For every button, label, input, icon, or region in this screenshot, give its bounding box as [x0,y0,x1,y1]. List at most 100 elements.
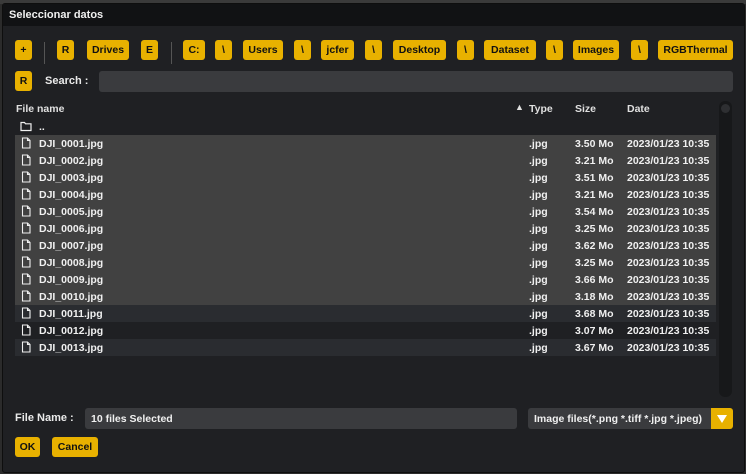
file-icon [21,307,31,319]
file-icon [21,256,31,268]
path-segment-c[interactable]: C: [183,40,205,60]
file-date-cell: 2023/01/23 10:35 [627,274,710,286]
file-type-cell: .jpg [529,291,548,303]
table-row[interactable]: DJI_0002.jpg .jpg 3.21 Mo 2023/01/23 10:35 [15,152,716,169]
file-name-cell: DJI_0002.jpg [39,155,104,167]
file-icon [21,341,31,353]
file-date-cell: 2023/01/23 10:35 [627,257,710,269]
sort-ascending-icon: ▲ [515,102,524,112]
table-row[interactable]: DJI_0007.jpg .jpg 3.62 Mo 2023/01/23 10:35 [15,237,716,254]
file-name-cell: DJI_0012.jpg [39,325,104,337]
drives-refresh-button[interactable]: R [57,40,74,60]
file-list-scrollbar[interactable] [719,101,732,397]
parent-directory-row[interactable]: .. [15,118,716,135]
file-name-cell: DJI_0009.jpg [39,274,104,286]
dialog-title: Seleccionar datos [9,9,104,21]
table-row[interactable]: DJI_0005.jpg .jpg 3.54 Mo 2023/01/23 10:35 [15,203,716,220]
ok-button[interactable]: OK [15,437,40,457]
edit-path-button[interactable]: + [15,40,32,60]
file-icon [21,137,31,149]
file-size-cell: 3.68 Mo [575,308,614,320]
search-input[interactable] [99,71,733,92]
file-icon [21,290,31,302]
column-header-size[interactable]: Size [575,103,596,115]
path-segment-dataset[interactable]: Dataset [484,40,536,60]
file-dialog: Seleccionar datos + R Drives E C: \ User… [2,3,745,473]
file-name-label: File Name : [15,412,74,424]
cancel-button[interactable]: Cancel [52,437,98,457]
parent-directory-label: .. [39,121,45,133]
file-icon [21,222,31,234]
column-header-date[interactable]: Date [627,103,650,115]
path-segment-rgbthermal[interactable]: RGBThermal [658,40,733,60]
path-separator-button[interactable]: \ [546,40,563,60]
file-size-cell: 3.66 Mo [575,274,614,286]
file-name-cell: DJI_0001.jpg [39,138,104,150]
file-size-cell: 3.25 Mo [575,257,614,269]
file-type-cell: .jpg [529,138,548,150]
search-refresh-button[interactable]: R [15,71,32,91]
file-name-cell: DJI_0006.jpg [39,223,104,235]
file-type-filter-select[interactable]: Image files(*.png *.tiff *.jpg *.jpeg) [528,408,711,429]
path-separator [171,42,172,64]
file-name-cell: DJI_0008.jpg [39,257,104,269]
file-size-cell: 3.62 Mo [575,240,614,252]
file-list: .. DJI_0001.jpg .jpg 3.50 Mo 2023/01/23 10:… [15,118,716,356]
file-type-cell: .jpg [529,240,548,252]
drive-e-button[interactable]: E [141,40,158,60]
file-type-cell: .jpg [529,223,548,235]
table-row[interactable]: DJI_0011.jpg .jpg 3.68 Mo 2023/01/23 10:35 [15,305,716,322]
file-size-cell: 3.51 Mo [575,172,614,184]
file-date-cell: 2023/01/23 10:35 [627,308,710,320]
drives-button[interactable]: Drives [87,40,129,60]
path-segment-users[interactable]: Users [243,40,283,60]
scrollbar-thumb[interactable] [721,104,730,113]
table-row[interactable]: DJI_0003.jpg .jpg 3.51 Mo 2023/01/23 10:35 [15,169,716,186]
file-name-cell: DJI_0004.jpg [39,189,104,201]
table-row[interactable]: DJI_0012.jpg .jpg 3.07 Mo 2023/01/23 10:35 [15,322,716,339]
file-name-cell: DJI_0005.jpg [39,206,104,218]
file-size-cell: 3.50 Mo [575,138,614,150]
path-segment-jcfer[interactable]: jcfer [321,40,354,60]
file-name-input[interactable]: 10 files Selected [85,408,517,429]
file-date-cell: 2023/01/23 10:35 [627,223,710,235]
column-header-type[interactable]: Type [529,103,553,115]
path-segment-desktop[interactable]: Desktop [393,40,446,60]
table-row[interactable]: DJI_0001.jpg .jpg 3.50 Mo 2023/01/23 10:35 [15,135,716,152]
table-row[interactable]: DJI_0008.jpg .jpg 3.25 Mo 2023/01/23 10:35 [15,254,716,271]
file-size-cell: 3.54 Mo [575,206,614,218]
filter-dropdown-button[interactable] [711,408,733,429]
table-row[interactable]: DJI_0009.jpg .jpg 3.66 Mo 2023/01/23 10:35 [15,271,716,288]
table-row[interactable]: DJI_0010.jpg .jpg 3.18 Mo 2023/01/23 10:35 [15,288,716,305]
folder-icon [20,121,32,132]
table-row[interactable]: DJI_0004.jpg .jpg 3.21 Mo 2023/01/23 10:35 [15,186,716,203]
file-size-cell: 3.21 Mo [575,155,614,167]
file-type-cell: .jpg [529,189,548,201]
path-separator-button[interactable]: \ [215,40,232,60]
file-size-cell: 3.21 Mo [575,189,614,201]
path-separator-button[interactable]: \ [294,40,311,60]
file-icon [21,188,31,200]
file-type-cell: .jpg [529,274,548,286]
file-date-cell: 2023/01/23 10:35 [627,325,710,337]
file-type-cell: .jpg [529,206,548,218]
file-type-cell: .jpg [529,308,548,320]
file-size-cell: 3.18 Mo [575,291,614,303]
file-type-cell: .jpg [529,155,548,167]
table-row[interactable]: DJI_0006.jpg .jpg 3.25 Mo 2023/01/23 10:35 [15,220,716,237]
path-separator-button[interactable]: \ [365,40,382,60]
file-icon [21,205,31,217]
file-type-cell: .jpg [529,342,548,354]
path-separator-button[interactable]: \ [457,40,474,60]
file-date-cell: 2023/01/23 10:35 [627,138,710,150]
path-separator-button[interactable]: \ [631,40,648,60]
file-type-cell: .jpg [529,325,548,337]
file-date-cell: 2023/01/23 10:35 [627,206,710,218]
file-type-cell: .jpg [529,172,548,184]
chevron-down-icon [717,414,727,423]
table-row[interactable]: DJI_0013.jpg .jpg 3.67 Mo 2023/01/23 10:35 [15,339,716,356]
dialog-titlebar[interactable]: Seleccionar datos [3,4,744,26]
path-segment-images[interactable]: Images [573,40,619,60]
file-type-cell: .jpg [529,257,548,269]
column-header-name[interactable]: File name [16,103,64,115]
